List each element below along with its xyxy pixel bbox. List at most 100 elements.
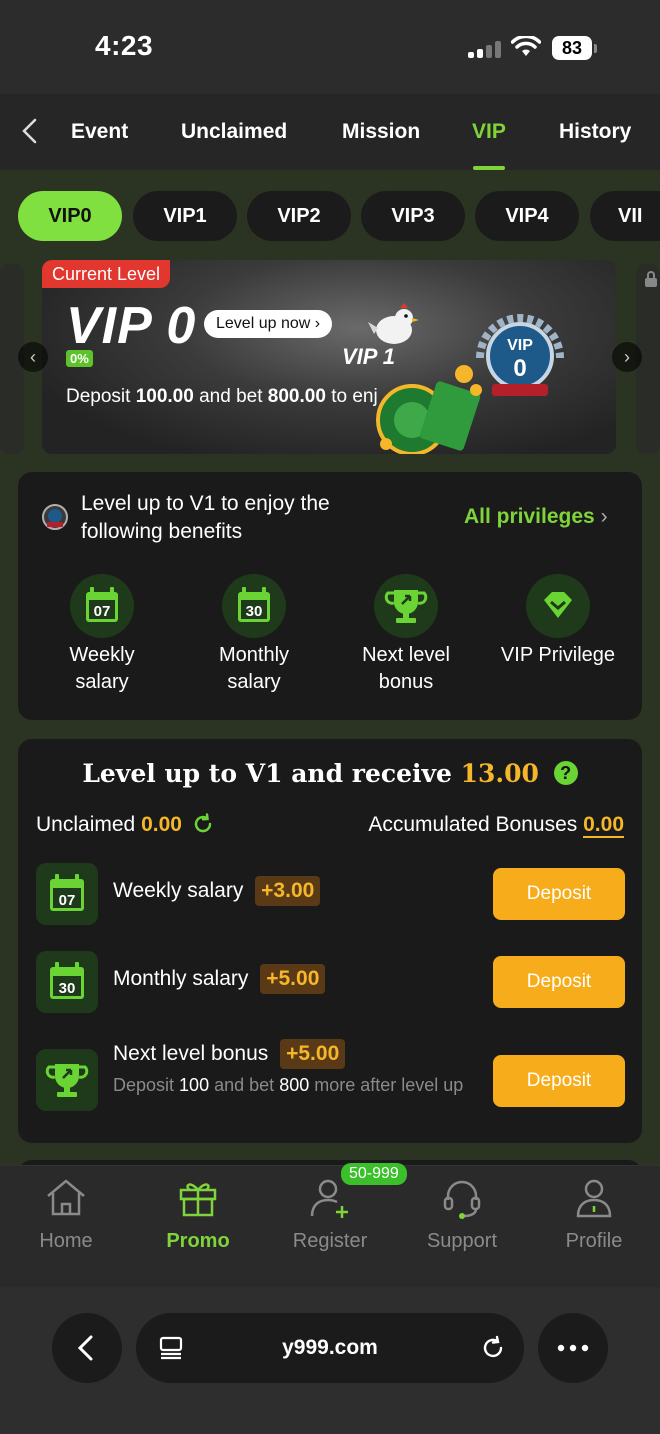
benefit-label-line-2: salary [75, 671, 129, 693]
row-label-text: Monthly salary [113, 967, 249, 990]
more-dots-icon [557, 1344, 589, 1352]
row-label-text: Weekly salary [113, 879, 244, 902]
reward-amount-tag: +5.00 [260, 964, 326, 994]
money-wheel-icon [376, 365, 482, 454]
nav-profile-label: Profile [565, 1230, 623, 1252]
benefit-label-line-1: Next level [362, 644, 450, 666]
vip-level-chip-4[interactable]: VIP4 [475, 191, 579, 241]
home-icon [47, 1179, 85, 1216]
weekly-salary-row: Weekly salary +3.00 [113, 876, 321, 906]
requirement-text: and bet [214, 1075, 275, 1095]
vip-level-chip-0[interactable]: VIP0 [18, 191, 122, 241]
wifi-icon [511, 36, 541, 56]
banner-prev-arrow[interactable]: ‹ [18, 342, 48, 372]
deposit-amount: 100.00 [135, 386, 194, 407]
next-level-bonus-row: Next level bonus +5.00 [113, 1039, 346, 1069]
benefit-monthly-salary: Monthly salary [184, 642, 324, 696]
benefit-label-line-2: salary [227, 671, 281, 693]
browser-toolbar: y999.com [0, 1287, 660, 1434]
profile-icon [576, 1179, 612, 1218]
calendar-30-icon: 30 [36, 951, 98, 1013]
level-up-now-button[interactable]: Level up now › [204, 310, 333, 338]
reward-amount-tag: +3.00 [255, 876, 321, 906]
benefit-label-line-1: Weekly [69, 644, 135, 666]
status-bar: 4:23 83 [0, 0, 660, 94]
vip-level-chip-3[interactable]: VIP3 [361, 191, 465, 241]
nav-home[interactable]: Home [0, 1166, 132, 1288]
requirement-text: more after level up [314, 1075, 464, 1095]
next-level-bonus-requirement: Deposit 100 and bet 800 more after level… [113, 1073, 473, 1097]
banner-next-arrow[interactable]: › [612, 342, 642, 372]
reward-calendar-number-30: 30 [59, 980, 76, 997]
tab-unclaimed[interactable]: Unclaimed [181, 120, 287, 144]
row-label-text: Next level bonus [113, 1042, 269, 1065]
vip-level-chip-1[interactable]: VIP1 [133, 191, 237, 241]
unclaimed-summary: Unclaimed 0.00 [36, 813, 214, 837]
diamond-icon [526, 574, 590, 638]
calendar-30-icon: 30 [222, 574, 286, 638]
svg-text:0: 0 [513, 355, 526, 382]
tab-mission[interactable]: Mission [342, 120, 420, 144]
reward-calendar-number-07: 07 [59, 892, 76, 909]
nav-promo[interactable]: Promo [132, 1166, 264, 1288]
bonus-deposit-button[interactable]: Deposit [493, 1055, 625, 1107]
deposit-mid: and bet [199, 386, 263, 407]
trophy-icon [374, 574, 438, 638]
benefit-calendar-number-07: 07 [94, 603, 111, 620]
all-privileges-label: All privileges [464, 505, 595, 528]
benefit-weekly-salary: Weekly salary [32, 642, 172, 696]
bet-amount: 800.00 [267, 386, 326, 407]
benefit-label-line-2: bonus [378, 671, 434, 693]
calendar-07-icon: 07 [36, 863, 98, 925]
chevron-right-icon: › [314, 315, 321, 332]
nav-support[interactable]: Support [396, 1166, 528, 1288]
status-time: 4:23 [95, 30, 154, 61]
vip-level-chip-2[interactable]: VIP2 [247, 191, 351, 241]
reload-icon[interactable] [480, 1335, 506, 1361]
accumulated-bonuses: Accumulated Bonuses 0.00 [368, 813, 624, 838]
nav-profile[interactable]: Profile [528, 1166, 660, 1288]
weekly-deposit-button[interactable]: Deposit [493, 868, 625, 920]
tab-history[interactable]: History [559, 120, 631, 144]
headset-icon [443, 1180, 481, 1219]
bottom-navigation: Home Promo Register Support Profile [0, 1165, 660, 1287]
gift-icon [179, 1183, 217, 1217]
nav-register-label: Register [292, 1230, 368, 1252]
benefit-next-level-bonus: Next level bonus [336, 642, 476, 696]
refresh-icon[interactable] [192, 813, 214, 835]
nav-home-label: Home [39, 1230, 93, 1252]
unclaimed-value: 0.00 [141, 813, 182, 836]
tab-event[interactable]: Event [71, 120, 128, 144]
help-icon[interactable]: ? [553, 761, 578, 785]
back-chevron-icon[interactable] [18, 118, 42, 144]
level-up-now-label: Level up now [216, 315, 311, 332]
deposit-prefix: Deposit [66, 386, 131, 407]
deposit-suffix: to enj [331, 386, 378, 407]
accumulated-label: Accumulated Bonuses [368, 813, 578, 836]
accumulated-value[interactable]: 0.00 [583, 813, 624, 838]
monthly-salary-row: Monthly salary +5.00 [113, 964, 326, 994]
browser-address-bar[interactable]: y999.com [136, 1313, 524, 1383]
tab-vip[interactable]: VIP [472, 120, 506, 144]
lock-icon [645, 271, 657, 287]
benefit-calendar-number-30: 30 [246, 603, 263, 620]
browser-more-button[interactable] [538, 1313, 608, 1383]
benefits-title: Level up to V1 to enjoy the following be… [81, 490, 330, 546]
vip-medal-small-icon [42, 504, 68, 530]
benefit-label-line-1: Monthly [218, 644, 290, 666]
nav-support-label: Support [426, 1230, 498, 1252]
vip-content: VIP0 VIP1 VIP2 VIP3 VIP4 VII Current Lev… [0, 170, 660, 1165]
current-level-banner: Current Level VIP 0 Level up now › 0% VI… [42, 260, 616, 454]
cellular-signal-icon [468, 40, 502, 58]
requirement-deposit-value: 100 [179, 1075, 210, 1095]
monthly-deposit-button[interactable]: Deposit [493, 956, 625, 1008]
battery-indicator: 83 [552, 36, 592, 60]
benefits-card: Level up to V1 to enjoy the following be… [18, 472, 642, 720]
benefit-vip-privilege: VIP Privilege [488, 642, 628, 669]
vip-level-chip-5[interactable]: VII [590, 191, 660, 241]
deposit-requirement: Deposit 100.00 and bet 800.00 to enj [66, 386, 378, 408]
requirement-bet-value: 800 [279, 1075, 310, 1095]
browser-back-button[interactable] [52, 1313, 122, 1383]
chicken-mascot-icon [368, 303, 419, 344]
all-privileges-link[interactable]: All privileges › [464, 505, 608, 529]
